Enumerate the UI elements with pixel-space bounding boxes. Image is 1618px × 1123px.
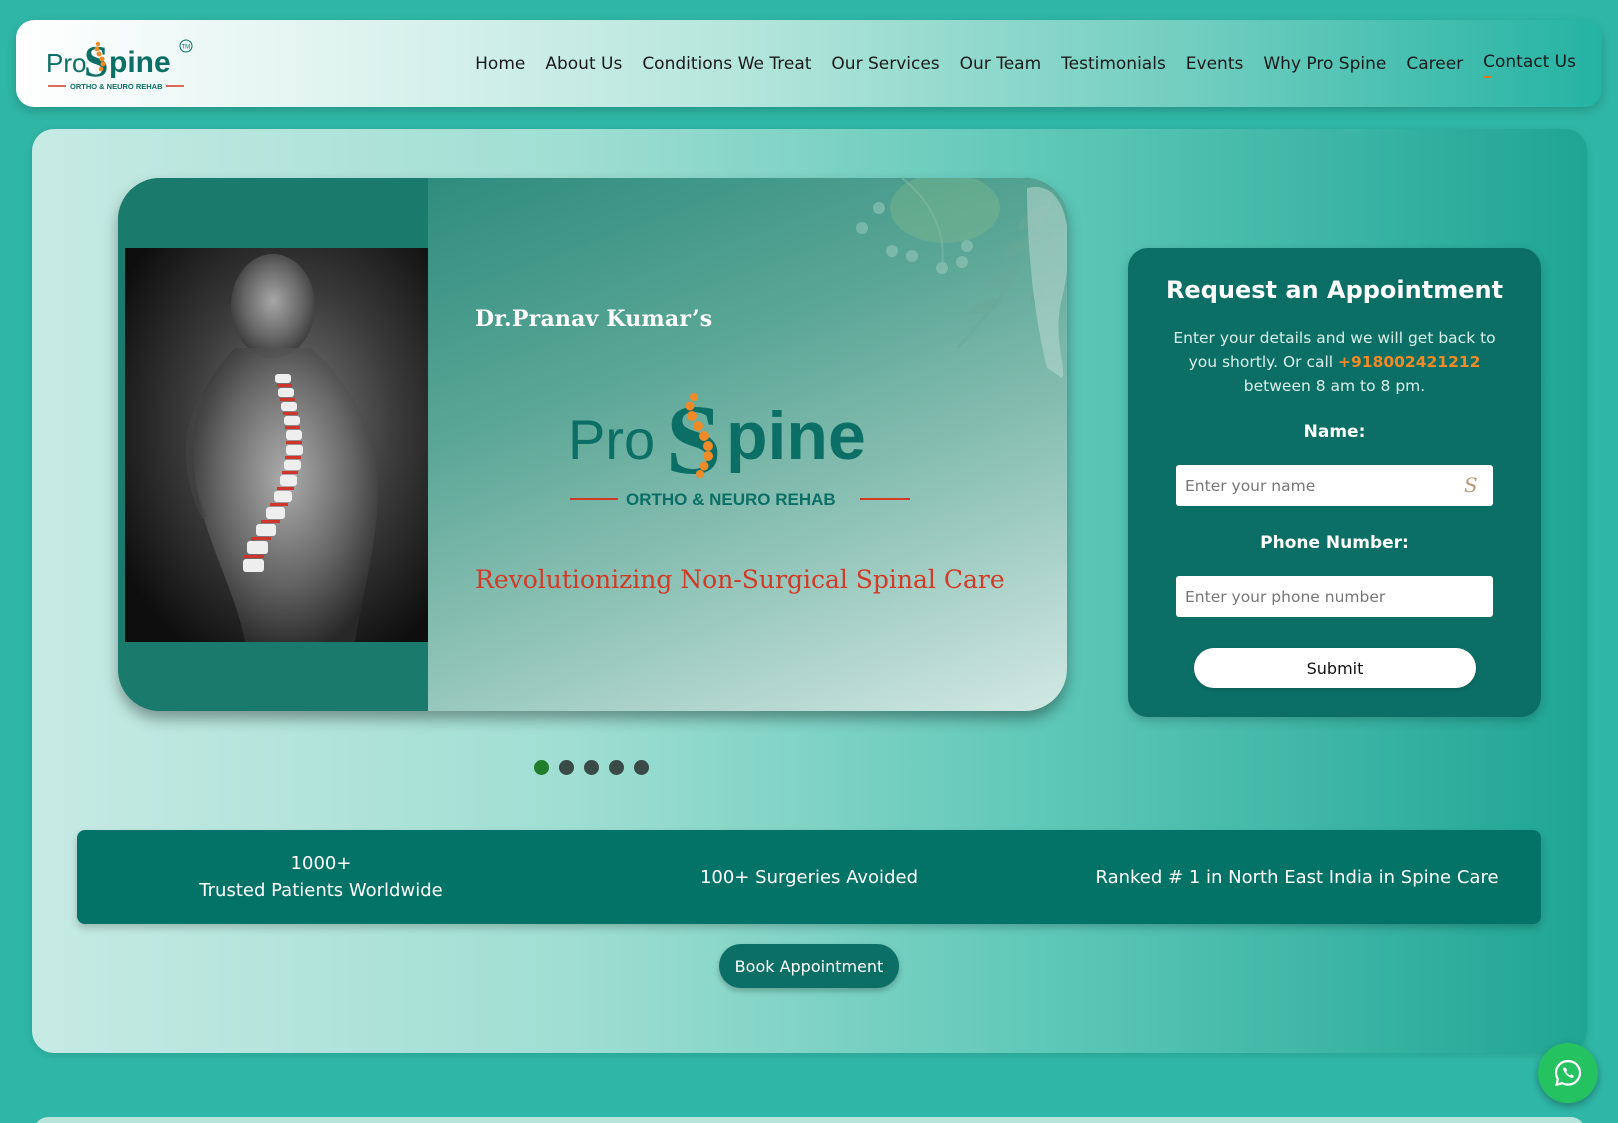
s-brand-icon: S [1464, 473, 1478, 497]
carousel-indicators [534, 760, 649, 775]
nav-home[interactable]: Home [475, 54, 525, 74]
next-section-edge [34, 1117, 1585, 1123]
svg-text:pine: pine [726, 398, 866, 474]
nav-contact-us[interactable]: Contact Us [1483, 52, 1576, 78]
svg-text:TM: TM [182, 45, 191, 51]
nav-testimonials[interactable]: Testimonials [1061, 54, 1166, 74]
form-title: Request an Appointment [1165, 276, 1504, 304]
whatsapp-icon [1554, 1059, 1582, 1087]
banner-content-panel: Dr.Pranav Kumar’s Pro S pine ORTHO & NEU… [428, 178, 1067, 711]
svg-text:pine: pine [109, 46, 171, 79]
form-desc-hours: between 8 am to 8 pm. [1243, 377, 1426, 395]
book-appointment-button[interactable]: Book Appointment [719, 944, 899, 988]
nav-events[interactable]: Events [1186, 54, 1244, 74]
phone-link[interactable]: +918002421212 [1338, 353, 1480, 371]
name-input[interactable] [1176, 465, 1493, 506]
appointment-form: Request an Appointment Enter your detail… [1128, 248, 1541, 717]
nav-conditions-we-treat[interactable]: Conditions We Treat [642, 54, 811, 74]
nav-why-pro-spine[interactable]: Why Pro Spine [1263, 54, 1386, 74]
carousel-dot-2[interactable] [559, 760, 574, 775]
svg-text:ORTHO & NEURO REHAB: ORTHO & NEURO REHAB [626, 490, 836, 509]
svg-text:ORTHO & NEURO REHAB: ORTHO & NEURO REHAB [70, 82, 163, 91]
carousel-dot-1[interactable] [534, 760, 549, 775]
phone-input[interactable] [1176, 576, 1493, 617]
whatsapp-button[interactable] [1538, 1043, 1598, 1103]
stat-ranking: Ranked # 1 in North East India in Spine … [1095, 866, 1499, 888]
leaf-decoration [856, 178, 1067, 378]
banner-tagline: Revolutionizing Non-Surgical Spinal Care [475, 565, 1005, 594]
banner-image-panel [118, 178, 428, 711]
carousel-dot-4[interactable] [609, 760, 624, 775]
carousel-dot-3[interactable] [584, 760, 599, 775]
stats-bar: 1000+ Trusted Patients Worldwide 100+ Su… [77, 830, 1541, 924]
brand-logo[interactable]: Pro S pine TM ORTHO & NEURO REHAB [46, 30, 196, 98]
phone-label: Phone Number: [1260, 533, 1409, 553]
hero-banner-slide[interactable]: Dr.Pranav Kumar’s Pro S pine ORTHO & NEU… [118, 178, 1067, 711]
spine-xray-image [125, 248, 428, 642]
banner-brand-logo: Pro S pine ORTHO & NEURO REHAB [568, 384, 910, 509]
stat-patients-label: Trusted Patients Worldwide [199, 880, 443, 901]
svg-text:Pro: Pro [46, 48, 86, 78]
nav-our-services[interactable]: Our Services [831, 54, 939, 74]
carousel-dot-5[interactable] [634, 760, 649, 775]
main-nav: Home About Us Conditions We Treat Our Se… [475, 20, 1576, 107]
nav-our-team[interactable]: Our Team [960, 54, 1041, 74]
stat-surgeries: 100+ Surgeries Avoided [699, 866, 918, 888]
svg-text:Pro: Pro [568, 408, 655, 471]
doctor-name: Dr.Pranav Kumar’s [475, 306, 713, 332]
nav-career[interactable]: Career [1406, 54, 1463, 74]
nav-about-us[interactable]: About Us [545, 54, 622, 74]
navbar: Pro S pine TM ORTHO & NEURO REHAB Home A… [16, 20, 1602, 107]
name-label: Name: [1303, 422, 1366, 442]
stat-patients-count: 1000+ [290, 853, 352, 874]
submit-button[interactable]: Submit [1194, 648, 1476, 688]
stat-patients: 1000+ Trusted Patients Worldwide [77, 850, 565, 904]
form-description: Enter your details and we will get back … [1162, 326, 1507, 398]
